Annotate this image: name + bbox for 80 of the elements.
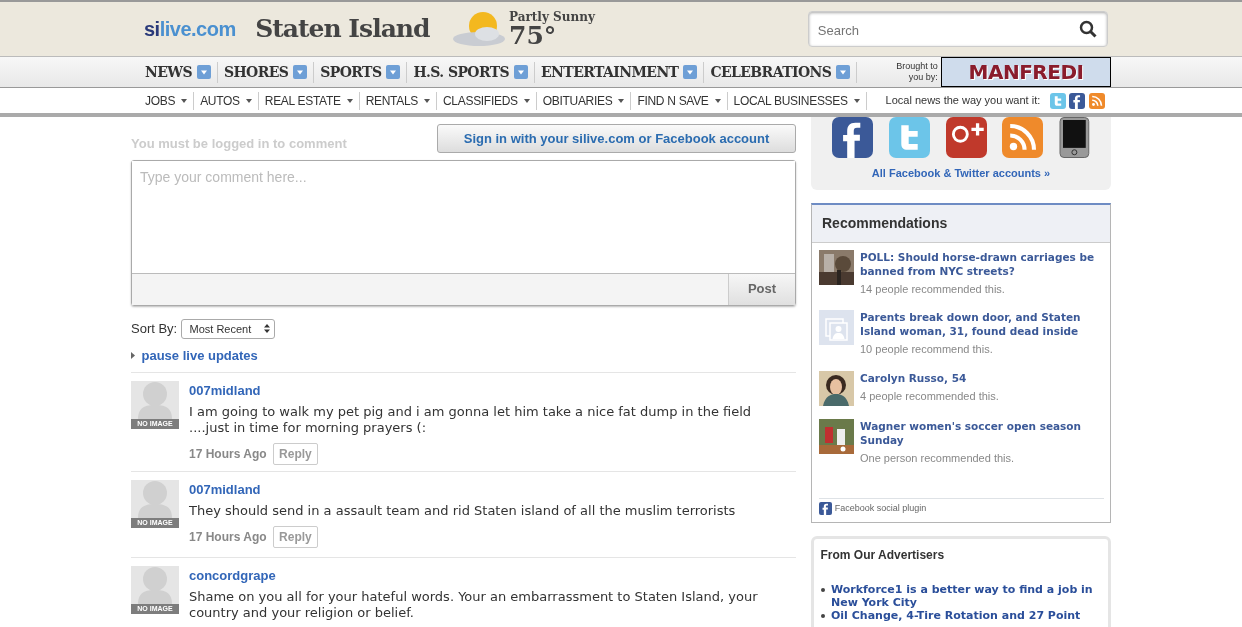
person-silhouette-icon [138,479,172,518]
nav-tab[interactable]: ENTERTAINMENT [535,61,705,83]
nav-link[interactable]: CLASSIFIEDS [437,91,537,110]
recommendation-link[interactable]: Carolyn Russo, 54 [860,370,999,385]
recommendation-count: 4 people recommended this. [860,388,999,404]
accounts-link[interactable]: All Facebook & Twitter accounts » [811,164,1111,181]
nav-tab[interactable]: NEWS [131,61,218,83]
search-input[interactable]: Search [808,17,1059,41]
sign-in-button[interactable]: Sign in with your silive.com or Facebook account [437,123,796,153]
plugin-label: Facebook social plugin [834,502,927,515]
comment-text: They should send in a assault team and rid Staten island of all the muslim terrorists [189,503,737,519]
sort-arrows-icon [264,324,271,334]
nav-link[interactable]: LOCAL BUSINESSES [727,91,867,110]
nav-tab[interactable]: SHORES [217,61,315,83]
comment-author[interactable]: 007midland [189,481,261,497]
nav-tab[interactable]: CELEBRATIONS [704,61,858,83]
temperature: 75° [509,22,557,48]
caret-icon[interactable] [424,98,430,103]
caret-icon[interactable] [853,98,860,103]
comment-time: 17 Hours Ago [189,445,267,463]
triangle-icon[interactable] [131,351,135,359]
recommendation-link[interactable]: POLL: Should horse-drawn carriages be banned from NYC streets? [860,249,1104,278]
bullet-icon [820,614,825,618]
nav-link[interactable]: FIND N SAVE [631,91,728,110]
caret-icon[interactable] [346,98,353,103]
nav-link[interactable]: AUTOS [194,91,259,110]
search-field[interactable]: Search [807,11,1108,47]
comment-text: Shame on you all for your hateful words. Your an embarrassment to Staten Island, your country and your religion or belief. [189,589,759,621]
person-silhouette-icon [138,380,172,419]
sponsor-logo[interactable]: MANFREDI [941,57,1111,87]
nav-tab[interactable]: SPORTS [314,61,408,83]
search-icon[interactable] [1078,20,1097,38]
facebook-icon[interactable] [831,117,873,158]
dropdown-icon[interactable] [196,65,211,79]
google-plus-icon[interactable] [945,117,987,158]
comment-box[interactable]: Type your comment here... Post [131,159,796,306]
dropdown-icon[interactable] [293,65,308,79]
bullet-icon [820,588,825,592]
caret-icon[interactable] [245,98,252,103]
nav-tab[interactable]: H.S. SPORTS [407,61,536,83]
sort-label: Sort By: [131,320,178,338]
recommendation-count: 10 people recommend this. [860,342,994,357]
recommendation-link[interactable]: Wagner women's soccer open season Sunday [860,418,1104,447]
person-silhouette-icon [138,565,172,604]
sponsor-label: Brought to you by: [895,61,938,83]
nav-link[interactable]: JOBS [131,91,195,110]
tagline: Local news the way you want it: [885,93,1041,109]
advertiser-link[interactable]: Oil Change, 4-Tire Rotation and 27 Point [831,609,1081,622]
nav-link[interactable]: REAL ESTATE [258,91,360,110]
site-logo[interactable]: silive.com [144,14,236,44]
recommendation-count: One person recommended this. [860,450,1016,466]
panel-title: Recommendations [812,205,1110,243]
caret-icon[interactable] [714,98,721,103]
facebook-icon [818,502,832,516]
advertiser-link[interactable]: Workforce1 is a better way to find a job in New York City [831,583,1102,609]
recommendation-count: 14 people recommended this. [860,281,1006,297]
comment-author[interactable]: concordgrape [189,567,276,583]
pause-updates-link[interactable]: pause live updates [141,345,258,365]
caret-icon[interactable] [618,98,625,103]
nav-link[interactable]: OBITUARIES [536,91,632,110]
caret-icon[interactable] [523,98,530,103]
comment-text: I am going to walk my pet pig and i am gonna let him take a nice fat dump in the field ....just in time for morning prayers (: [189,404,753,436]
comment-author[interactable]: 007midland [189,382,261,398]
comment-time: 17 Hours Ago [189,528,267,546]
dropdown-icon[interactable] [836,65,851,79]
sort-dropdown[interactable]: Most Recent [180,318,276,339]
nav-link[interactable]: RENTALS [359,91,437,110]
post-button[interactable]: Post [728,273,795,305]
site-title: Staten Island [255,13,430,46]
image-placeholder-icon [818,310,854,345]
dropdown-icon[interactable] [386,65,401,79]
facebook-icon[interactable] [1069,92,1086,109]
dropdown-icon[interactable] [683,65,698,79]
recommendation-link[interactable]: Parents break down door, and Staten Island woman, 31, found dead inside [860,310,1104,338]
dropdown-icon[interactable] [514,65,529,79]
weather-condition: Partly Sunny [509,10,595,23]
phone-icon[interactable] [1059,117,1091,158]
caret-icon[interactable] [181,98,188,103]
comment-field[interactable]: Type your comment here... [132,160,795,274]
panel-title: From Our Advertisers [820,546,946,564]
